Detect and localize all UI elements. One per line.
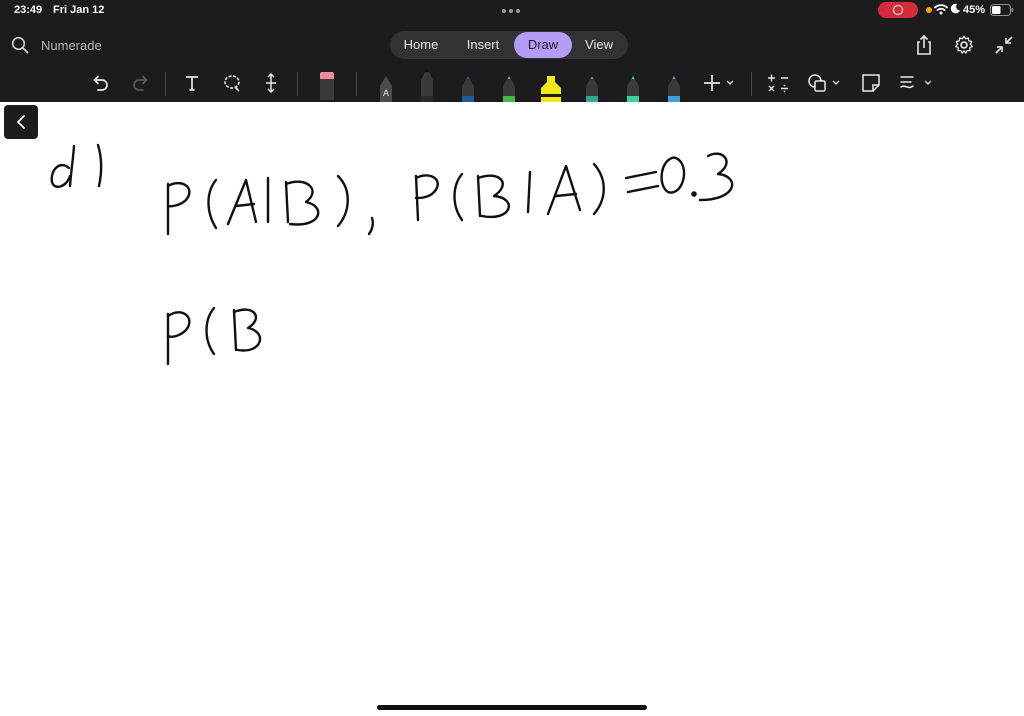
status-time: 23:49: [14, 4, 43, 16]
ink-stroke: [207, 178, 218, 230]
ink-stroke: [476, 174, 510, 219]
toolbar-divider: [297, 72, 298, 96]
math-icon[interactable]: [766, 72, 790, 94]
ink-stroke: [526, 170, 532, 214]
ink-stroke: [691, 191, 697, 197]
add-pen-icon[interactable]: [703, 72, 737, 94]
ink-stroke: [698, 152, 734, 202]
pen-mint-icon[interactable]: [623, 66, 643, 102]
settings-gear-icon[interactable]: [953, 34, 975, 56]
ink-stroke: [96, 143, 103, 188]
pen-blue-icon[interactable]: [458, 66, 478, 102]
tab-view[interactable]: View: [576, 31, 622, 59]
insert-space-icon[interactable]: [260, 72, 282, 94]
ink-stroke: [284, 180, 290, 224]
eraser-icon[interactable]: [317, 70, 337, 100]
share-icon[interactable]: [913, 34, 935, 56]
status-date: Fri Jan 12: [53, 4, 105, 16]
ink-stroke: [166, 181, 191, 208]
pen-cyan-icon[interactable]: [664, 66, 684, 102]
pen-green-icon[interactable]: [499, 66, 519, 102]
drawing-canvas[interactable]: [0, 102, 1024, 716]
ink-stroke: [232, 308, 238, 352]
ink-stroke: [284, 180, 320, 226]
tab-insert[interactable]: Insert: [458, 31, 508, 59]
tab-home[interactable]: Home: [396, 31, 446, 59]
undo-icon[interactable]: [89, 72, 111, 94]
ink-stroke: [232, 308, 262, 352]
ink-stroke: [414, 174, 439, 200]
ink-stroke: [205, 306, 216, 356]
toolbar-divider: [356, 72, 357, 96]
mic-indicator-icon: [926, 7, 932, 13]
redo-icon[interactable]: [130, 72, 152, 94]
ink-stroke: [624, 170, 658, 180]
ink-stroke: [554, 192, 578, 198]
collapse-arrows-icon[interactable]: [993, 34, 1015, 56]
handwriting-ink: [50, 143, 734, 366]
screen-record-icon[interactable]: [878, 2, 918, 18]
battery-icon: [990, 4, 1014, 16]
notebook-search-label[interactable]: Numerade: [41, 38, 102, 53]
ink-stroke: [592, 162, 605, 216]
sticky-note-icon[interactable]: [860, 72, 882, 94]
ink-to-text-icon[interactable]: [898, 72, 936, 94]
multitasking-dots-icon[interactable]: [502, 9, 520, 13]
ink-stroke: [336, 174, 349, 228]
search-icon[interactable]: [11, 36, 29, 54]
ink-stroke: [546, 164, 582, 216]
ink-stroke: [226, 178, 258, 226]
top-toolbar: 23:49 Fri Jan 12 45% Numerade Home Inser…: [0, 0, 1024, 102]
ink-stroke: [453, 172, 464, 222]
ink-stroke: [166, 311, 191, 338]
ink-stroke: [50, 163, 72, 188]
do-not-disturb-moon-icon: [950, 3, 960, 14]
pencil-black-icon[interactable]: [417, 66, 437, 102]
lasso-select-icon[interactable]: [221, 72, 243, 94]
toolbar-divider: [751, 72, 752, 96]
ink-stroke: [626, 184, 660, 194]
battery-percent: 45%: [963, 4, 986, 16]
ribbon-tabs: Home Insert Draw View: [390, 31, 628, 59]
text-tool-icon[interactable]: [181, 72, 203, 94]
pen-label: A: [383, 88, 389, 98]
pen-with-label-icon[interactable]: A: [376, 66, 396, 102]
shapes-icon[interactable]: [806, 72, 844, 94]
wifi-icon: [934, 4, 948, 15]
ink-stroke: [476, 174, 482, 218]
pen-teal-icon[interactable]: [582, 66, 602, 102]
toolbar-divider: [165, 72, 166, 96]
ink-stroke: [660, 156, 686, 194]
highlighter-yellow-icon[interactable]: [539, 66, 563, 102]
ink-stroke: [68, 144, 76, 188]
ink-stroke: [367, 216, 374, 236]
home-indicator[interactable]: [377, 705, 647, 710]
tab-draw[interactable]: Draw: [514, 32, 572, 58]
